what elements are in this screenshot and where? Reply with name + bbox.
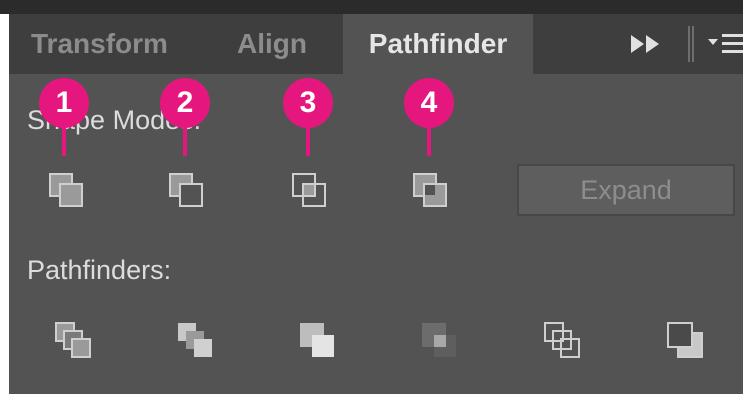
unite-icon[interactable] [46,170,86,210]
exclude-icon[interactable] [410,170,450,210]
tab-strip: Transform Align Pathfinder [9,14,743,74]
callout-1: 1 [39,78,89,158]
callout-3: 3 [283,78,333,158]
pathfinder-panel: Transform Align Pathfinder Shape Modes: … [9,14,743,394]
callout-4: 4 [404,78,454,158]
tab-align[interactable]: Align [237,14,307,74]
trim-icon[interactable] [175,320,215,360]
outline-icon[interactable] [542,320,582,360]
screenshot-frame: Transform Align Pathfinder Shape Modes: … [0,0,743,402]
callout-stem [427,126,431,156]
callout-badge: 2 [160,78,210,128]
callout-stem [183,126,187,156]
crop-icon[interactable] [419,320,459,360]
minus-front-icon[interactable] [166,170,206,210]
callout-badge: 4 [404,78,454,128]
panel-menu-icon[interactable] [708,30,743,58]
divide-icon[interactable] [53,320,93,360]
intersect-icon[interactable] [289,170,329,210]
pathfinders-label: Pathfinders: [27,255,172,285]
minus-back-icon[interactable] [665,320,705,360]
expand-panel-icon[interactable] [627,32,667,56]
tab-transform[interactable]: Transform [31,14,168,74]
callout-badge: 1 [39,78,89,128]
merge-icon[interactable] [297,320,337,360]
callout-stem [306,126,310,156]
panel-controls [621,14,743,74]
callout-2: 2 [160,78,210,158]
callout-stem [62,126,66,156]
callout-badge: 3 [283,78,333,128]
expand-button[interactable]: Expand [517,164,735,216]
divider-icon [688,26,694,62]
tab-pathfinder[interactable]: Pathfinder [343,14,533,74]
top-bar [0,0,743,14]
